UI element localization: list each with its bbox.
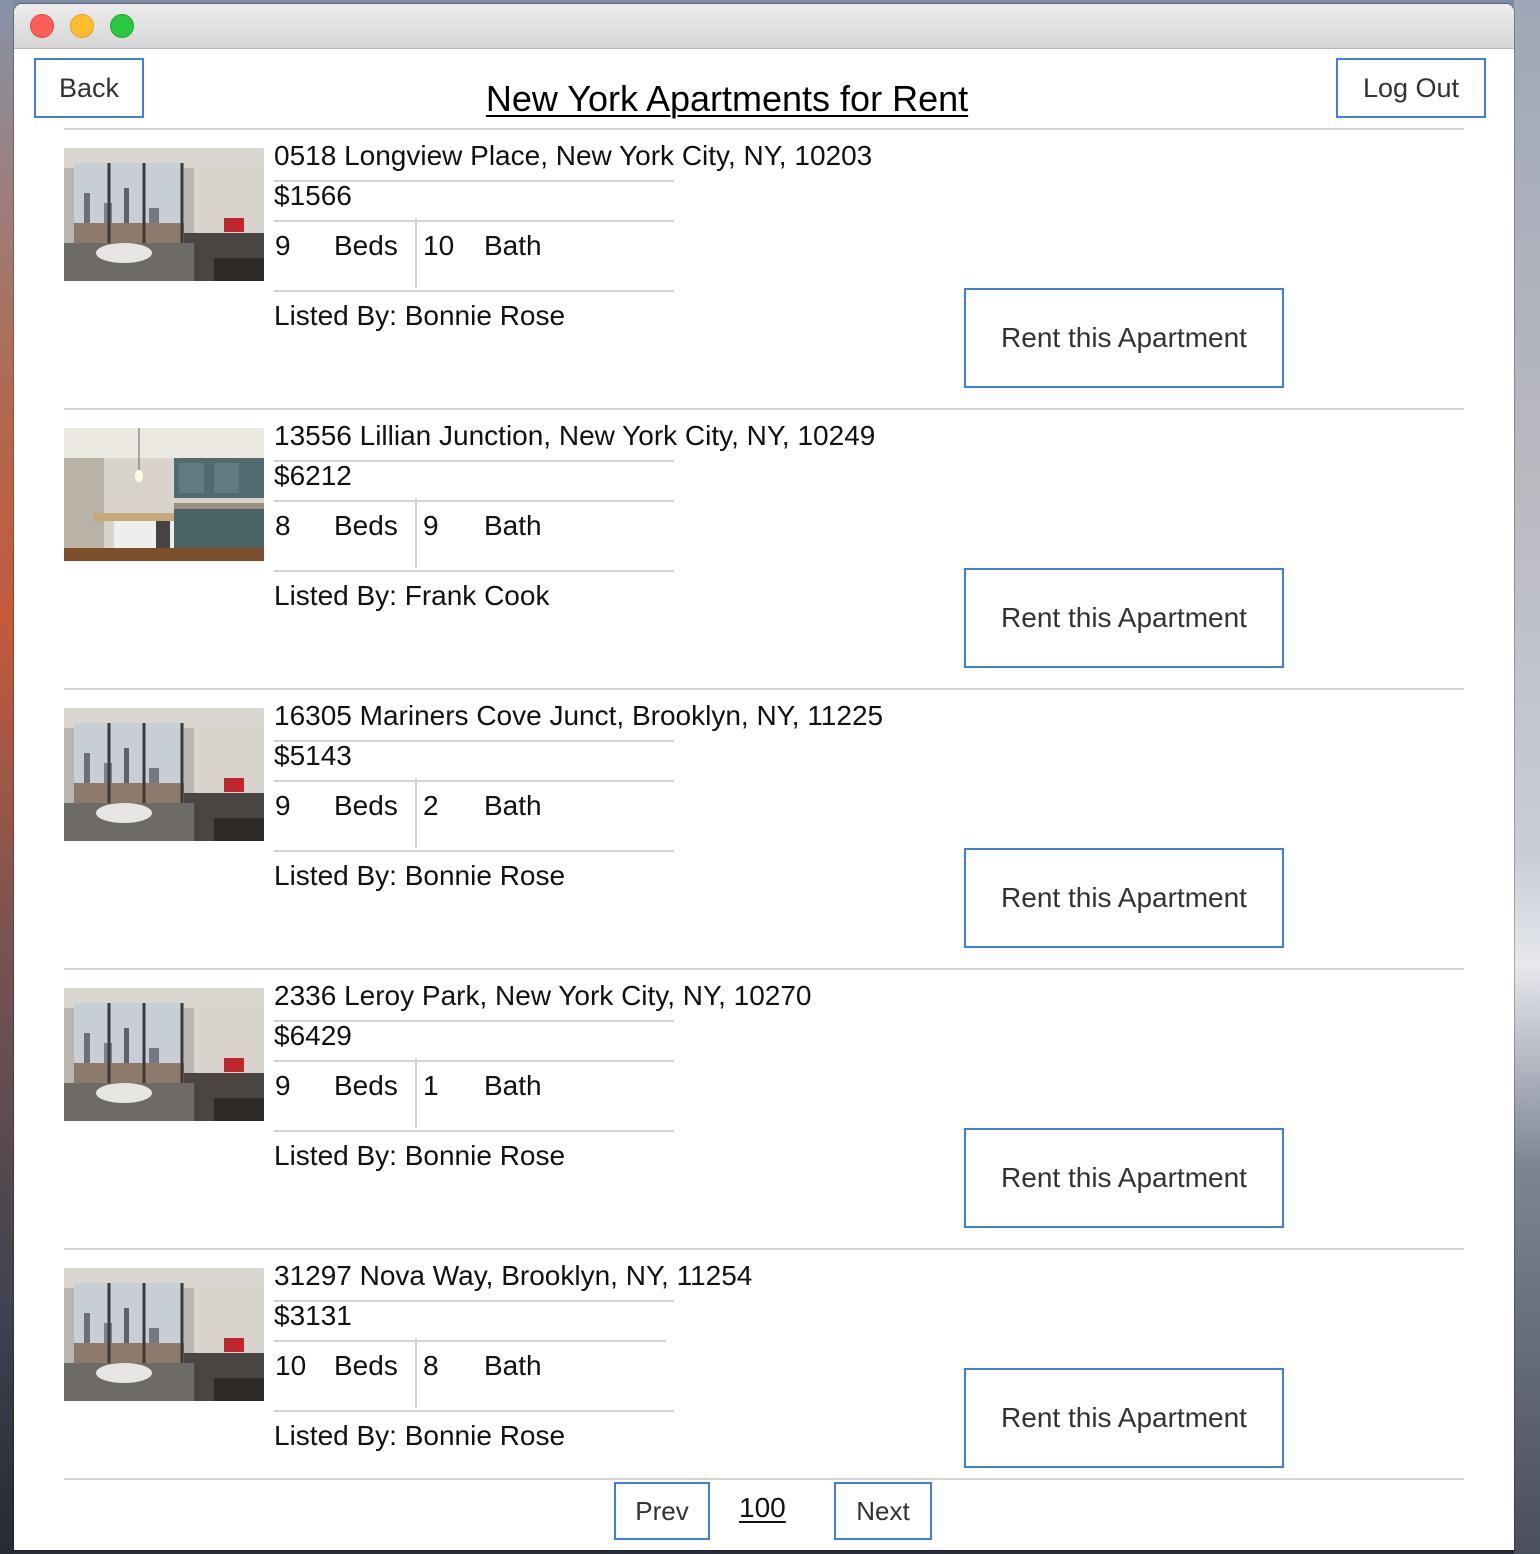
listing-item: 13556 Lillian Junction, New York City, N… xyxy=(14,408,1514,688)
prev-page-button[interactable]: Prev xyxy=(614,1482,710,1540)
beds-label: Beds xyxy=(334,790,398,821)
page-title: New York Apartments for Rent xyxy=(485,78,969,119)
kitchen-photo xyxy=(64,428,264,561)
listing-price: $5143 xyxy=(274,740,352,771)
divider xyxy=(274,220,674,222)
page-number: 100 xyxy=(739,1492,786,1523)
close-window-button[interactable] xyxy=(30,14,54,38)
zoom-window-button[interactable] xyxy=(110,14,134,38)
next-page-button[interactable]: Next xyxy=(834,1482,932,1540)
listing-item: 16305 Mariners Cove Junct, Brooklyn, NY,… xyxy=(14,688,1514,968)
rent-apartment-button[interactable]: Rent this Apartment xyxy=(964,288,1284,388)
divider xyxy=(274,780,674,782)
living-room-photo xyxy=(64,148,264,281)
living-room-photo xyxy=(64,708,264,841)
listing-item: 31297 Nova Way, Brooklyn, NY, 11254 $313… xyxy=(14,1248,1514,1528)
listing-price: $6212 xyxy=(274,460,352,491)
listing-address: 0518 Longview Place, New York City, NY, … xyxy=(274,140,873,171)
divider xyxy=(415,498,417,568)
divider xyxy=(415,1338,417,1408)
divider xyxy=(64,1478,1464,1480)
logout-button[interactable]: Log Out xyxy=(1336,58,1486,118)
divider xyxy=(274,290,674,292)
listed-by: Listed By: Bonnie Rose xyxy=(274,1420,566,1451)
listing-address: 13556 Lillian Junction, New York City, N… xyxy=(274,420,876,451)
baths-label: Bath xyxy=(484,1070,542,1101)
beds-label: Beds xyxy=(334,1070,398,1101)
listing-address: 2336 Leroy Park, New York City, NY, 1027… xyxy=(274,980,812,1011)
baths-label: Bath xyxy=(484,510,542,541)
baths-count: 9 xyxy=(423,510,439,541)
rent-apartment-button[interactable]: Rent this Apartment xyxy=(964,1128,1284,1228)
divider xyxy=(274,500,674,502)
listed-by: Listed By: Bonnie Rose xyxy=(274,1140,566,1171)
baths-count: 2 xyxy=(423,790,439,821)
baths-count: 1 xyxy=(423,1070,439,1101)
title-bar xyxy=(14,4,1514,49)
divider xyxy=(415,778,417,848)
living-room-photo xyxy=(64,1268,264,1401)
listing-item: 2336 Leroy Park, New York City, NY, 1027… xyxy=(14,968,1514,1248)
beds-count: 9 xyxy=(275,790,291,821)
rent-apartment-button[interactable]: Rent this Apartment xyxy=(964,848,1284,948)
living-room-photo xyxy=(64,988,264,1121)
listing-price: $6429 xyxy=(274,1020,352,1051)
rent-apartment-button[interactable]: Rent this Apartment xyxy=(964,568,1284,668)
divider xyxy=(415,1058,417,1128)
listing-price: $1566 xyxy=(274,180,352,211)
divider xyxy=(274,1410,674,1412)
divider xyxy=(415,218,417,288)
divider xyxy=(274,1060,674,1062)
desktop-background-left xyxy=(0,0,14,1554)
divider xyxy=(274,850,674,852)
beds-label: Beds xyxy=(334,230,398,261)
listed-by: Listed By: Bonnie Rose xyxy=(274,300,566,331)
listing-item: 0518 Longview Place, New York City, NY, … xyxy=(14,128,1514,408)
minimize-window-button[interactable] xyxy=(70,14,94,38)
listing-address: 16305 Mariners Cove Junct, Brooklyn, NY,… xyxy=(274,700,884,731)
beds-count: 10 xyxy=(275,1350,307,1381)
beds-label: Beds xyxy=(334,510,398,541)
listed-by: Listed By: Bonnie Rose xyxy=(274,860,566,891)
divider xyxy=(274,570,674,572)
baths-label: Bath xyxy=(484,230,542,261)
beds-count: 8 xyxy=(275,510,291,541)
desktop-background-right xyxy=(1514,0,1540,1554)
beds-count: 9 xyxy=(275,1070,291,1101)
divider xyxy=(274,1130,674,1132)
baths-label: Bath xyxy=(484,790,542,821)
listed-by: Listed By: Frank Cook xyxy=(274,580,550,611)
app-window: Back New York Apartments for Rent Log Ou… xyxy=(14,4,1514,1550)
listing-price: $3131 xyxy=(274,1300,352,1331)
baths-count: 8 xyxy=(423,1350,439,1381)
listing-address: 31297 Nova Way, Brooklyn, NY, 11254 xyxy=(274,1260,753,1291)
rent-apartment-button[interactable]: Rent this Apartment xyxy=(964,1368,1284,1468)
baths-count: 10 xyxy=(423,230,455,261)
baths-label: Bath xyxy=(484,1350,542,1381)
divider xyxy=(274,1340,666,1342)
beds-count: 9 xyxy=(275,230,291,261)
beds-label: Beds xyxy=(334,1350,398,1381)
